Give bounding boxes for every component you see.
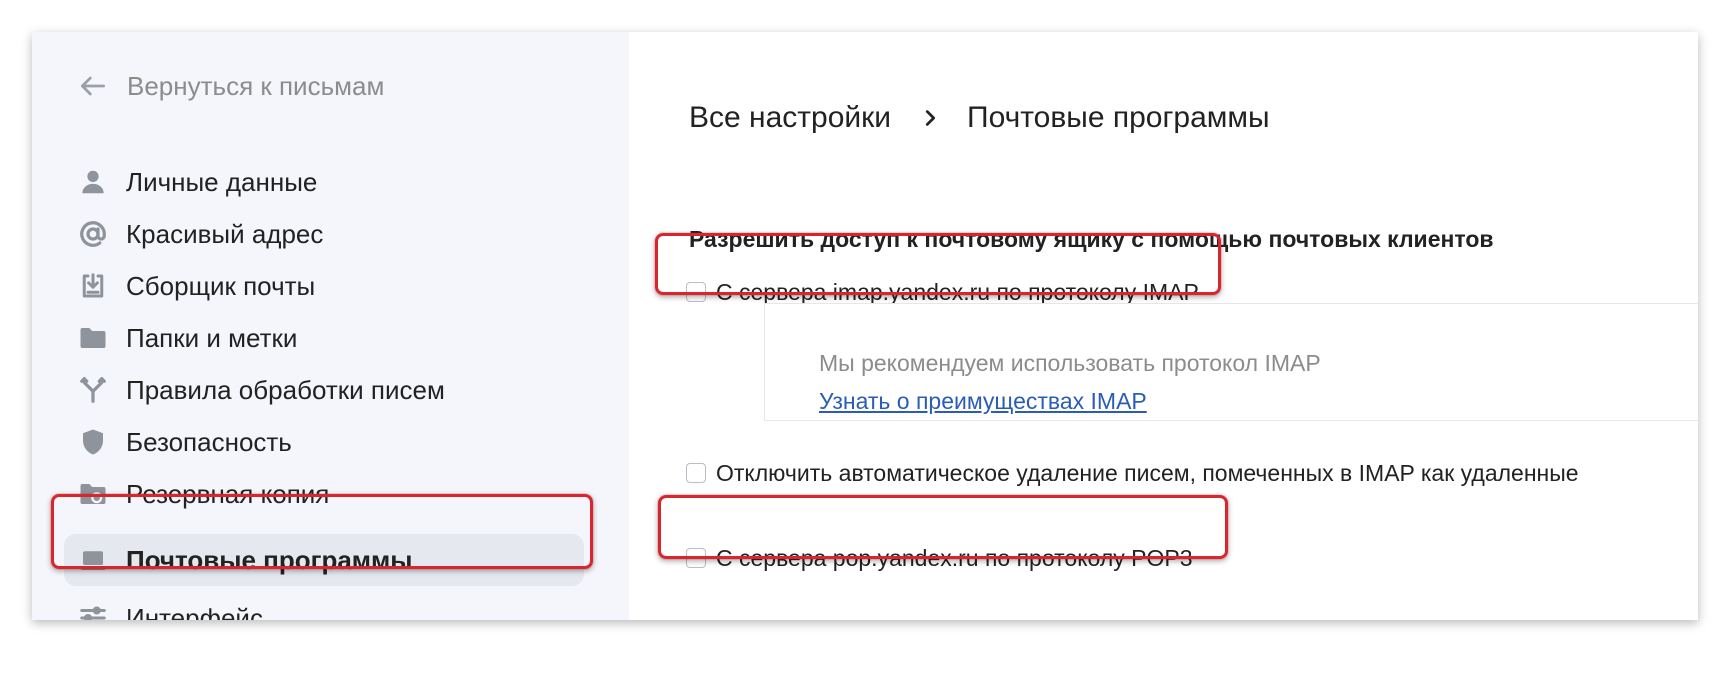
sidebar-item-label: Почтовые программы — [126, 544, 413, 575]
pop3-option[interactable]: С сервера pop.yandex.ru по протоколу POP… — [686, 540, 1193, 576]
sidebar-item-label: Сборщик почты — [126, 270, 316, 301]
folder-backup-icon — [76, 477, 110, 511]
shield-icon — [76, 425, 110, 459]
chevron-right-icon — [925, 110, 936, 126]
sidebar-item-label: Интерфейс — [126, 602, 263, 621]
sidebar-item-mail-programs[interactable]: Почтовые программы — [64, 534, 584, 586]
person-icon — [76, 165, 110, 199]
imap-benefits-link[interactable]: Узнать о преимуществах IMAP — [819, 388, 1147, 415]
section-title: Разрешить доступ к почтовому ящику с пом… — [689, 226, 1494, 252]
laptop-icon — [76, 543, 110, 577]
back-link-label: Вернуться к письмам — [127, 70, 385, 101]
sidebar-item-mail-rules[interactable]: Правила обработки писем — [64, 364, 584, 416]
sidebar-item-label: Папки и метки — [126, 322, 298, 353]
breadcrumb-all-settings[interactable]: Все настройки — [689, 101, 891, 135]
disable-autodelete-label: Отключить автоматическое удаление писем,… — [716, 459, 1579, 486]
back-to-mail-link[interactable]: Вернуться к письмам — [77, 66, 384, 106]
sidebar-item-personal-data[interactable]: Личные данные — [64, 156, 584, 208]
sidebar-item-backup[interactable]: Резервная копия — [64, 468, 584, 520]
settings-window: Вернуться к письмам Личные данные Красив… — [32, 32, 1698, 620]
sliders-icon — [76, 601, 110, 620]
arrow-left-icon — [81, 76, 105, 96]
sidebar-item-label: Резервная копия — [126, 478, 330, 509]
sidebar-item-label: Красивый адрес — [126, 218, 324, 249]
disable-autodelete-option[interactable]: Отключить автоматическое удаление писем,… — [686, 455, 1579, 491]
sidebar-item-label: Правила обработки писем — [126, 374, 445, 405]
breadcrumb-current: Почтовые программы — [967, 101, 1270, 134]
at-sign-icon — [76, 217, 110, 251]
imap-option-label: С сервера imap.yandex.ru по протоколу IM… — [716, 278, 1199, 305]
disable-autodelete-checkbox[interactable] — [686, 463, 706, 483]
fork-rules-icon — [76, 373, 110, 407]
sidebar-item-interface[interactable]: Интерфейс — [64, 592, 584, 620]
pop3-option-label: С сервера pop.yandex.ru по протоколу POP… — [716, 544, 1193, 571]
sidebar-item-label: Безопасность — [126, 426, 292, 457]
imap-checkbox[interactable] — [686, 282, 706, 302]
folder-icon — [76, 321, 110, 355]
sidebar-item-mail-collector[interactable]: Сборщик почты — [64, 260, 584, 312]
sidebar-item-label: Личные данные — [126, 166, 318, 197]
inbox-download-icon — [76, 269, 110, 303]
sidebar-item-security[interactable]: Безопасность — [64, 416, 584, 468]
pop3-checkbox[interactable] — [686, 548, 706, 568]
settings-sidebar: Вернуться к письмам Личные данные Красив… — [32, 32, 629, 620]
breadcrumb: Все настройки Почтовые программы — [689, 94, 1270, 142]
sidebar-item-beautiful-address[interactable]: Красивый адрес — [64, 208, 584, 260]
imap-hint-text: Мы рекомендуем использовать протокол IMA… — [819, 350, 1321, 376]
sidebar-item-folders-and-labels[interactable]: Папки и метки — [64, 312, 584, 364]
